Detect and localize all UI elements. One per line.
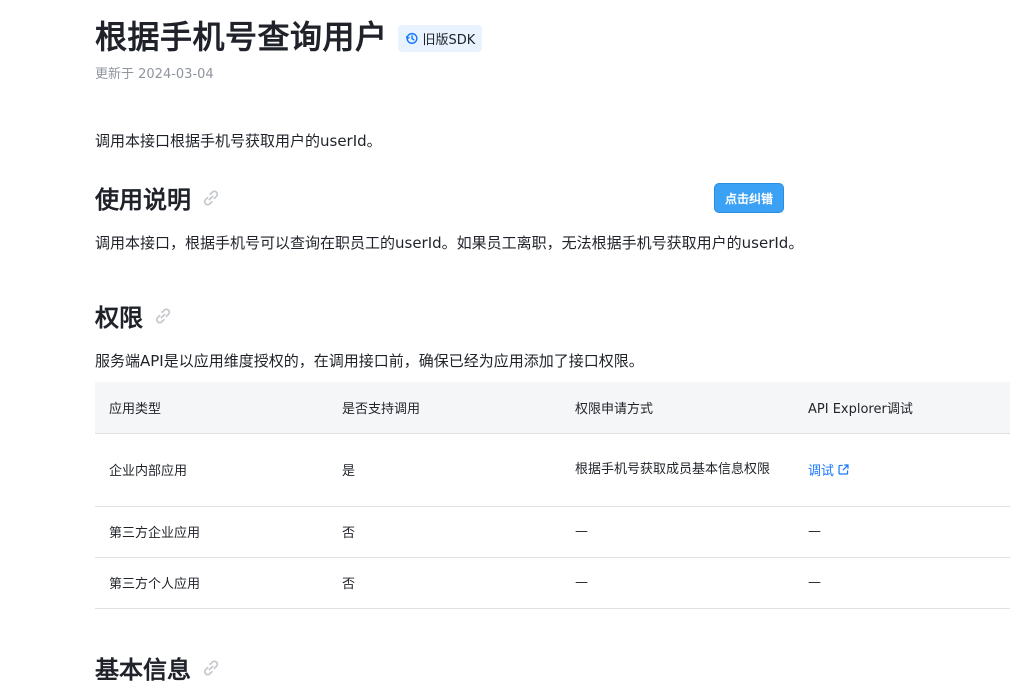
table-cell: — [794,506,1010,558]
updated-date: 更新于 2024-03-04 [95,67,214,82]
permission-heading-text: 权限 [95,304,143,332]
column-header: API Explorer调试 [794,382,1010,434]
badge-label: 旧版SDK [422,32,476,48]
column-header: 是否支持调用 [328,382,561,434]
table-cell: 根据手机号获取成员基本信息权限 [561,433,794,507]
feedback-button[interactable]: 点击纠错 [714,183,784,213]
table-cell: 第三方个人应用 [95,557,328,609]
table-cell: 调试 [794,433,1010,507]
column-header: 权限申请方式 [561,382,794,434]
table-row: 第三方企业应用 否 — — [95,506,1010,558]
table-cell: 企业内部应用 [95,433,328,507]
intro-text: 调用本接口根据手机号获取用户的userId。 [95,132,382,150]
table-row: 第三方个人应用 否 — — [95,557,1010,609]
permission-heading: 权限 [95,298,173,333]
table-row: 企业内部应用 是 根据手机号获取成员基本信息权限 调试 [95,433,1010,507]
history-icon [405,32,418,44]
permission-text: 服务端API是以应用维度授权的，在调用接口前，确保已经为应用添加了接口权限。 [95,352,644,370]
usage-heading: 使用说明 [95,180,221,215]
title-row: 根据手机号查询用户 旧版SDK [95,14,483,60]
table-cell: 否 [328,557,561,609]
table-header-row: 应用类型 是否支持调用 权限申请方式 API Explorer调试 [95,382,1010,434]
basic-info-heading: 基本信息 [95,650,221,685]
page-title: 根据手机号查询用户 [95,18,388,56]
usage-heading-text: 使用说明 [95,186,191,214]
permission-table: 应用类型 是否支持调用 权限申请方式 API Explorer调试 企业内部应用… [95,382,1010,609]
debug-link-label: 调试 [808,464,835,479]
debug-link[interactable]: 调试 [808,460,850,479]
external-link-icon [838,464,849,475]
usage-text: 调用本接口，根据手机号可以查询在职员工的userId。如果员工离职，无法根据手机… [95,234,804,252]
table-cell: — [794,557,1010,609]
table-cell: 是 [328,433,561,507]
column-header: 应用类型 [95,382,328,434]
permission-method-text: 根据手机号获取成员基本信息权限 [575,461,771,477]
link-icon[interactable] [201,188,221,208]
legacy-sdk-badge[interactable]: 旧版SDK [397,24,483,52]
link-icon[interactable] [153,306,173,326]
table-cell: — [561,557,794,609]
table-cell: 第三方企业应用 [95,506,328,558]
basic-info-heading-text: 基本信息 [95,656,191,684]
link-icon[interactable] [201,658,221,678]
table-cell: 否 [328,506,561,558]
table-cell: — [561,506,794,558]
